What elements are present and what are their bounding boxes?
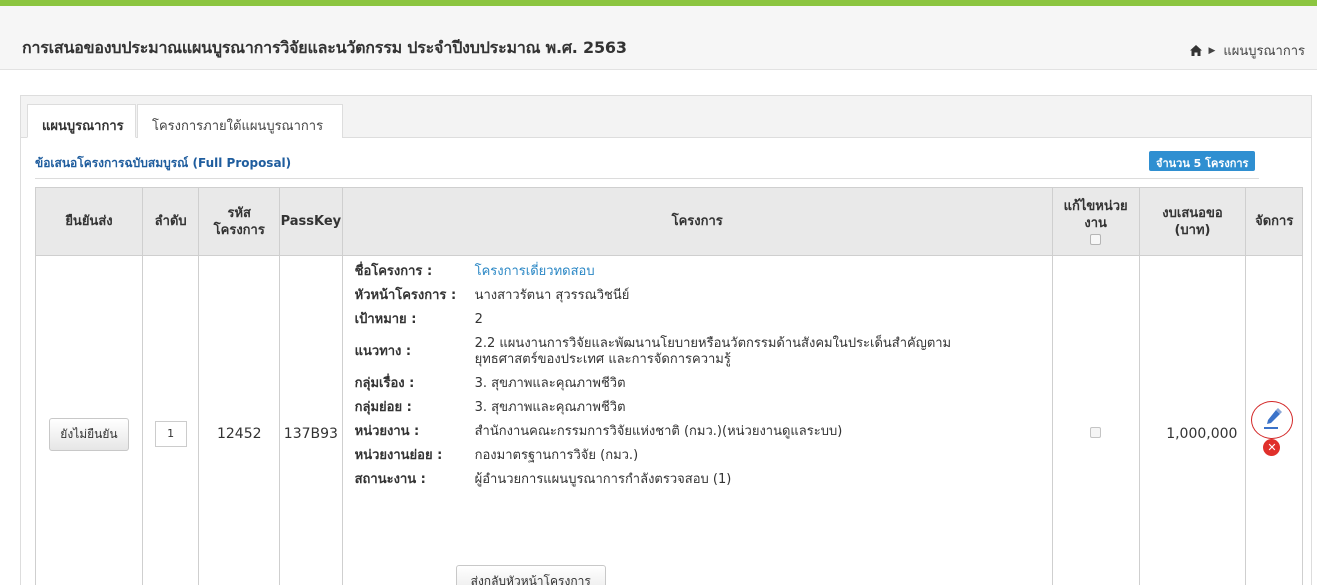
detail-subunit: หน่วยงานย่อย : กองมาตรฐานการวิจัย (กมว.) <box>355 448 1052 464</box>
detail-leader: หัวหน้าโครงการ : นางสาวรัตนา สุวรรณวิชนี… <box>355 288 1052 304</box>
order-input[interactable]: 1 <box>154 421 187 447</box>
select-all-checkbox[interactable] <box>1090 234 1102 245</box>
delete-icon[interactable]: ✕ <box>1263 439 1281 456</box>
project-code: 12452 <box>216 426 262 442</box>
col-manage: จัดการ <box>1245 187 1303 256</box>
col-code-line1: รหัส <box>227 205 252 221</box>
action-group: ✕ <box>1246 401 1302 461</box>
col-edit-unit-line2: งาน <box>1084 216 1107 231</box>
detail-value: 2.2 แผนงานการวิจัยและพัฒนานโยบายหรือนวัต… <box>475 336 952 368</box>
passkey-value: 137B93 <box>283 426 338 442</box>
approach-line1: 2.2 แผนงานการวิจัยและพัฒนานโยบายหรือนวัต… <box>474 336 952 351</box>
col-budget: งบเสนอขอ (บาท) <box>1138 187 1247 256</box>
manage-cell: ✕ <box>1245 255 1303 585</box>
detail-status: สถานะงาน : ผู้อำนวยการแผนบูรณาการกำลังตร… <box>355 472 1052 488</box>
caret-right-icon: ▶ <box>1208 45 1216 56</box>
passkey-cell: 137B93 <box>279 255 343 585</box>
col-budget-line2: (บาท) <box>1174 222 1211 238</box>
col-edit-unit-line1: แก้ไขหน่วย <box>1063 199 1128 214</box>
col-budget-line1: งบเสนอขอ <box>1162 205 1223 221</box>
detail-label: กลุ่มย่อย : <box>354 400 412 415</box>
detail-value: 3. สุขภาพและคุณภาพชีวิต <box>474 400 626 415</box>
detail-name: ชื่อโครงการ : โครงการเดี่ยวทดสอบ <box>355 264 1052 280</box>
edit-unit-cell <box>1051 255 1140 585</box>
tab-integration-plan[interactable]: แผนบูรณาการ <box>27 104 136 138</box>
detail-label: เป้าหมาย : <box>354 312 417 327</box>
project-detail-cell: ชื่อโครงการ : โครงการเดี่ยวทดสอบ หัวหน้า… <box>341 255 1053 585</box>
detail-value: นางสาวรัตนา สุวรรณวิชนีย์ <box>474 288 630 303</box>
budget-cell: 1,000,000 <box>1138 255 1247 585</box>
detail-label: หน่วยงานย่อย : <box>354 448 443 463</box>
breadcrumb-current[interactable]: แผนบูรณาการ <box>1223 40 1305 61</box>
confirm-cell: ยังไม่ยืนยัน <box>35 255 143 585</box>
detail-label: ชื่อโครงการ : <box>354 264 433 279</box>
detail-label: กลุ่มเรื่อง : <box>354 376 415 391</box>
section-title: ข้อเสนอโครงการฉบับสมบูรณ์ (Full Proposal… <box>35 156 292 170</box>
budget-value: 1,000,000 <box>1166 426 1238 442</box>
proposal-table: ยืนยันส่ง ลำดับ รหัส โครงการ PassKey โคร… <box>35 187 1303 585</box>
detail-subgroup: กลุ่มย่อย : 3. สุขภาพและคุณภาพชีวิต <box>355 400 1052 416</box>
order-cell: 1 <box>141 255 200 585</box>
detail-value: กองมาตรฐานการวิจัย (กมว.) <box>474 448 639 463</box>
detail-value: 2 <box>474 312 483 327</box>
detail-value: สำนักงานคณะกรรมการวิจัยแห่งชาติ (กมว.)(ห… <box>474 424 843 439</box>
detail-value: 3. สุขภาพและคุณภาพชีวิต <box>474 376 626 391</box>
col-project: โครงการ <box>341 187 1053 256</box>
content-panel: แผนบูรณาการ โครงการภายใต้แผนบูรณาการ ข้อ… <box>20 95 1312 585</box>
table-row: ยังไม่ยืนยัน 1 12452 137B93 ชื่อโครงการ … <box>35 255 1303 585</box>
detail-value: ผู้อำนวยการแผนบูรณาการกำลังตรวจสอบ (1) <box>474 472 732 487</box>
return-to-leader-button[interactable]: ส่งกลับหัวหน้าโครงการ <box>455 565 606 585</box>
tab-projects-under-plan[interactable]: โครงการภายใต้แผนบูรณาการ <box>137 104 343 138</box>
not-confirmed-button[interactable]: ยังไม่ยืนยัน <box>49 417 129 451</box>
table-header-row: ยืนยันส่ง ลำดับ รหัส โครงการ PassKey โคร… <box>35 187 1303 256</box>
project-details: ชื่อโครงการ : โครงการเดี่ยวทดสอบ หัวหน้า… <box>343 256 1052 585</box>
col-code-line2: โครงการ <box>213 222 265 238</box>
detail-label: หัวหน้าโครงการ : <box>354 288 457 303</box>
detail-unit: หน่วยงาน : สำนักงานคณะกรรมการวิจัยแห่งชา… <box>355 424 1052 440</box>
edit-unit-checkbox[interactable] <box>1090 426 1102 438</box>
col-confirm: ยืนยันส่ง <box>35 187 143 256</box>
col-code: รหัส โครงการ <box>198 187 281 256</box>
project-name-link[interactable]: โครงการเดี่ยวทดสอบ <box>475 264 595 280</box>
detail-label: แนวทาง : <box>354 344 412 359</box>
code-cell: 12452 <box>198 255 281 585</box>
tab-bar: แผนบูรณาการ โครงการภายใต้แผนบูรณาการ <box>21 96 1311 138</box>
col-edit-unit: แก้ไขหน่วย งาน <box>1051 187 1140 256</box>
page-header: การเสนอของบประมาณแผนบูรณาการวิจัยและนวัต… <box>0 6 1317 70</box>
detail-group: กลุ่มเรื่อง : 3. สุขภาพและคุณภาพชีวิต <box>355 376 1052 392</box>
home-icon[interactable] <box>1190 45 1203 56</box>
pencil-icon[interactable] <box>1263 408 1283 430</box>
page-title: การเสนอของบประมาณแผนบูรณาการวิจัยและนวัต… <box>22 38 627 57</box>
section-divider <box>35 178 1259 179</box>
detail-label: หน่วยงาน : <box>354 424 420 439</box>
detail-target: เป้าหมาย : 2 <box>355 312 1052 328</box>
approach-line2: ยุทธศาสตร์ของประเทศ และการจัดการความรู้ <box>474 352 731 367</box>
detail-approach: แนวทาง : 2.2 แผนงานการวิจัยและพัฒนานโยบา… <box>355 336 1052 368</box>
col-order: ลำดับ <box>141 187 200 256</box>
detail-label: สถานะงาน : <box>354 472 426 487</box>
breadcrumb: ▶ แผนบูรณาการ <box>1190 40 1305 61</box>
col-passkey: PassKey <box>279 187 343 256</box>
project-count-badge: จำนวน 5 โครงการ <box>1149 151 1256 171</box>
